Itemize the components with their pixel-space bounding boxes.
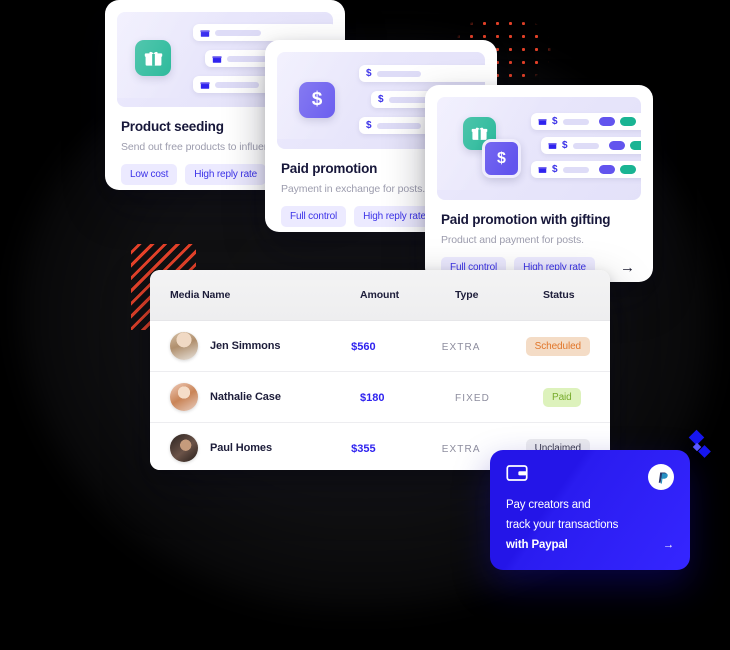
paypal-line-1: Pay creators and (506, 499, 591, 511)
card-subtitle: Product and payment for posts. (441, 234, 584, 246)
list-item: $ (531, 113, 641, 130)
composition-stage: Product seeding Send out free products t… (0, 0, 730, 650)
table-header-row: Media Name Amount Type Status (150, 270, 610, 321)
paypal-line-2: track your transactions (506, 518, 619, 531)
gift-icon (200, 81, 210, 89)
cell-amount: $355 (351, 443, 376, 455)
media-name-text: Jen Simmons (210, 340, 281, 352)
wallet-icon (506, 465, 528, 481)
media-name-text: Nathalie Case (210, 391, 281, 403)
cell-media-name: Jen Simmons (170, 332, 351, 360)
column-header-status: Status (543, 289, 575, 301)
dollar-icon-tile: $ (482, 139, 521, 178)
dollar-icon: $ (311, 89, 323, 110)
dollar-icon-tile: $ (299, 82, 335, 118)
arrow-right-icon[interactable]: → (663, 536, 675, 556)
paypal-card-text: Pay creators and track your transactions… (490, 490, 690, 555)
card-title: Paid promotion with gifting (441, 212, 611, 227)
avatar (170, 434, 198, 462)
gift-icon-tile (463, 117, 496, 150)
cell-type: EXTRA (441, 342, 481, 353)
list-item: $ (531, 161, 641, 178)
gift-icon-tile (135, 40, 171, 76)
list-item: $ (359, 65, 485, 82)
status-badge: Paid (543, 388, 581, 407)
dollar-icon: $ (562, 139, 568, 151)
paypal-line-3: with Paypal (506, 538, 568, 551)
paypal-logo-icon (648, 464, 674, 490)
gift-icon (200, 29, 210, 37)
status-badge: Scheduled (525, 337, 591, 356)
paypal-card-header (490, 450, 690, 490)
cell-media-name: Paul Homes (170, 434, 351, 462)
gift-icon (471, 127, 488, 140)
card-hero-illustration: $ $ $ $ (437, 97, 641, 200)
gift-icon (538, 119, 547, 125)
blue-diamond-decoration (698, 445, 711, 458)
blue-diamond-decoration (692, 442, 702, 452)
avatar (170, 332, 198, 360)
dollar-icon: $ (552, 115, 558, 127)
gift-icon (538, 167, 547, 173)
blue-diamond-decoration (688, 429, 705, 446)
tag-full-control[interactable]: Full control (281, 206, 347, 227)
cell-type: EXTRA (441, 444, 481, 455)
list-item: $ (541, 137, 641, 154)
dollar-icon: $ (552, 163, 558, 175)
cell-type: FIXED (455, 393, 490, 404)
media-name-text: Paul Homes (210, 442, 272, 454)
gift-icon (144, 51, 162, 66)
column-header-amount: Amount (360, 289, 400, 301)
gift-icon (212, 55, 222, 63)
card-paid-promotion-with-gifting[interactable]: $ $ $ $ Paid promotion with gifting Prod… (425, 85, 653, 282)
column-header-type: Type (455, 289, 479, 301)
tag-high-reply-rate[interactable]: High reply rate (354, 206, 435, 227)
cell-amount: $560 (351, 341, 376, 353)
dollar-icon: $ (497, 149, 506, 167)
list-item (193, 24, 333, 41)
dollar-icon: $ (366, 67, 372, 79)
table-row[interactable]: Nathalie Case $180 FIXED Paid (150, 372, 610, 423)
tag-low-cost[interactable]: Low cost (121, 164, 178, 185)
arrow-right-icon[interactable]: → (620, 260, 637, 275)
transactions-table: Media Name Amount Type Status Jen Simmon… (150, 270, 610, 470)
avatar (170, 383, 198, 411)
cell-amount: $180 (360, 392, 385, 404)
gift-icon (548, 143, 557, 149)
tag-high-reply-rate[interactable]: High reply rate (185, 164, 267, 185)
paypal-promo-card[interactable]: Pay creators and track your transactions… (490, 450, 690, 570)
column-header-media-name: Media Name (170, 289, 231, 301)
cell-media-name: Nathalie Case (170, 383, 360, 411)
table-row[interactable]: Jen Simmons $560 EXTRA Scheduled (150, 321, 610, 372)
dollar-icon: $ (366, 119, 372, 131)
dollar-icon: $ (378, 93, 384, 105)
